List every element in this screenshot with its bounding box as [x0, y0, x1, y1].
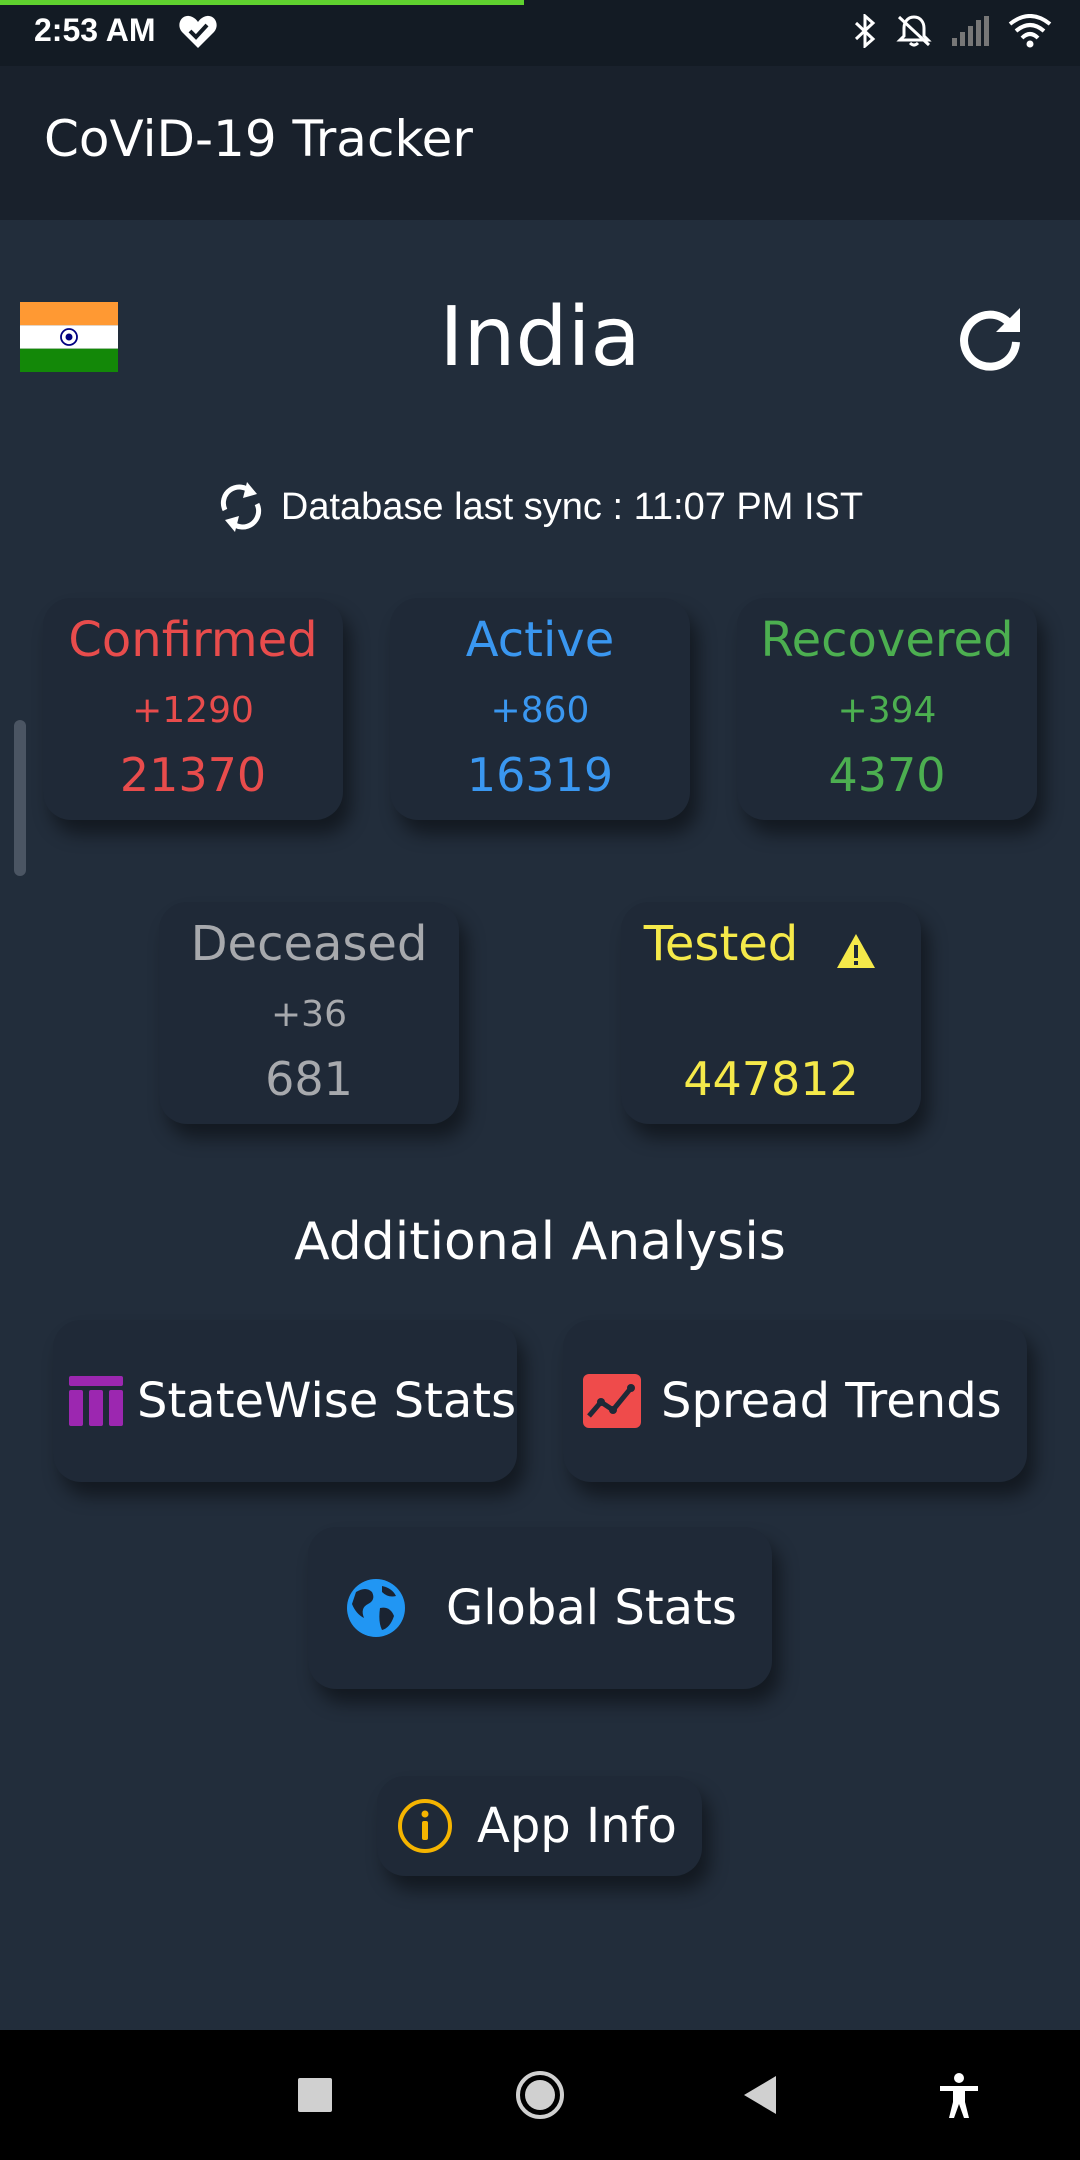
app-info-label: App Info — [477, 1798, 677, 1854]
info-icon — [398, 1799, 452, 1853]
app-title: CoViD-19 Tracker — [44, 110, 473, 168]
recovered-delta: +394 — [837, 690, 937, 731]
deceased-delta: +36 — [271, 994, 347, 1035]
app-info-button[interactable]: App Info — [377, 1776, 702, 1876]
statewise-stats-label: StateWise Stats — [137, 1373, 517, 1429]
active-delta: +860 — [490, 690, 590, 731]
deceased-card[interactable]: Deceased +36 681 — [159, 902, 459, 1124]
status-bar: 2:53 AM — [0, 0, 1080, 66]
bluetooth-icon — [854, 14, 876, 48]
global-stats-button[interactable]: Global Stats — [308, 1527, 772, 1689]
trend-chart-icon — [583, 1374, 641, 1428]
recent-apps-icon[interactable] — [298, 2078, 332, 2112]
wifi-icon — [1008, 14, 1052, 48]
globe-icon — [347, 1579, 405, 1637]
global-stats-label: Global Stats — [446, 1580, 737, 1636]
recovered-total: 4370 — [828, 748, 946, 802]
confirmed-total: 21370 — [119, 748, 267, 802]
tested-label: Tested — [643, 916, 799, 972]
status-time: 2:53 AM — [34, 12, 156, 48]
tested-card[interactable]: Tested 447812 — [621, 902, 921, 1124]
table-columns-icon — [69, 1376, 123, 1426]
back-icon[interactable] — [744, 2076, 776, 2114]
signal-icon — [952, 16, 989, 46]
system-nav-bar — [0, 2030, 1080, 2160]
confirmed-delta: +1290 — [132, 690, 254, 731]
confirmed-card[interactable]: Confirmed +1290 21370 — [43, 598, 343, 820]
statewise-stats-button[interactable]: StateWise Stats — [53, 1320, 517, 1482]
sync-icon — [220, 482, 261, 532]
refresh-icon[interactable] — [956, 302, 1026, 372]
spread-trends-button[interactable]: Spread Trends — [563, 1320, 1027, 1482]
active-total: 16319 — [466, 748, 614, 802]
active-label: Active — [465, 612, 615, 668]
recovered-label: Recovered — [760, 612, 1014, 668]
home-icon[interactable] — [515, 2070, 565, 2120]
warning-icon[interactable] — [835, 932, 877, 970]
scrollbar[interactable] — [14, 720, 26, 876]
notifications-off-icon — [896, 15, 932, 47]
country-name: India — [439, 290, 641, 385]
spread-trends-label: Spread Trends — [661, 1373, 1002, 1429]
heart-check-icon — [179, 15, 217, 48]
tested-total: 447812 — [683, 1052, 859, 1106]
confirmed-label: Confirmed — [68, 612, 318, 668]
deceased-label: Deceased — [190, 916, 428, 972]
sync-progress-bar — [0, 0, 524, 5]
recovered-card[interactable]: Recovered +394 4370 — [737, 598, 1037, 820]
app-bar: CoViD-19 Tracker — [0, 66, 1080, 220]
sync-text: Database last sync : 11:07 PM IST — [280, 485, 864, 528]
sync-status: Database last sync : 11:07 PM IST — [0, 478, 1080, 536]
additional-analysis-title: Additional Analysis — [294, 1212, 786, 1272]
accessibility-icon[interactable] — [938, 2072, 980, 2120]
active-card[interactable]: Active +860 16319 — [390, 598, 690, 820]
deceased-total: 681 — [265, 1052, 353, 1106]
